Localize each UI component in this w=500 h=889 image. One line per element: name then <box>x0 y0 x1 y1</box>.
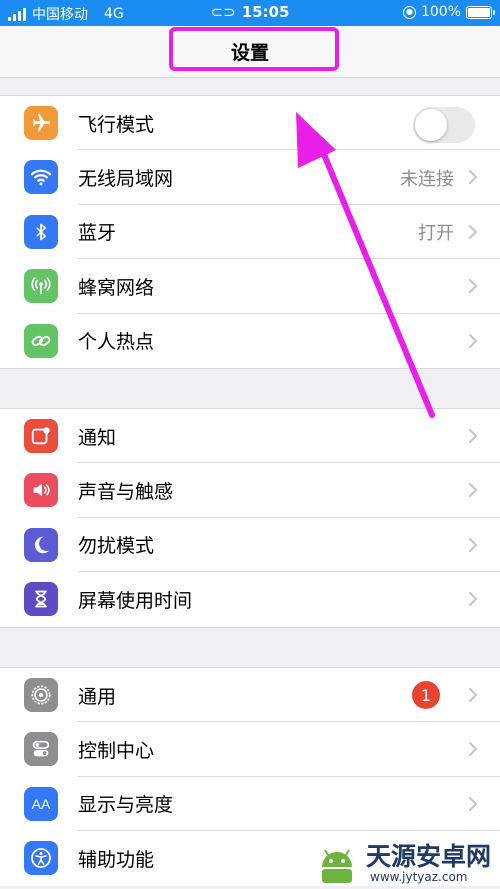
row-general[interactable]: 通用 1 <box>0 668 500 723</box>
cellular-label: 蜂窝网络 <box>78 276 155 299</box>
cellular-icon <box>24 269 58 304</box>
link-icon: ⊂⊃ <box>210 3 236 21</box>
row-bluetooth[interactable]: 蓝牙 打开 <box>0 205 500 260</box>
battery-percent: 100% <box>420 4 461 20</box>
watermark-text: 天源安卓网 <box>366 842 492 871</box>
row-screen-time[interactable]: 屏幕使用时间 <box>0 572 500 626</box>
control-center-label: 控制中心 <box>78 740 155 763</box>
row-cellular[interactable]: 蜂窝网络 <box>0 259 500 314</box>
sounds-label: 声音与触感 <box>78 481 174 504</box>
notification-icon <box>24 419 58 453</box>
chevron-right-icon <box>469 429 478 443</box>
switches-icon <box>24 732 58 767</box>
status-right: ● 100% <box>402 4 495 20</box>
chevron-right-icon <box>469 483 478 498</box>
row-control-center[interactable]: 控制中心 <box>0 722 500 777</box>
battery-icon <box>466 5 495 19</box>
hotspot-icon <box>24 323 58 358</box>
bluetooth-label: 蓝牙 <box>78 222 117 245</box>
airplane-mode-label: 飞行模式 <box>78 113 155 136</box>
row-sounds-haptics[interactable]: 声音与触感 <box>0 463 500 518</box>
chevron-right-icon <box>469 742 478 757</box>
chevron-right-icon <box>469 279 478 294</box>
chevron-right-icon <box>469 796 478 811</box>
airplane-mode-toggle[interactable] <box>413 107 475 143</box>
battery-fill <box>468 7 490 17</box>
accessibility-label: 辅助功能 <box>78 848 155 871</box>
settings-group-notifications: 通知 声音与触感 勿扰模式 屏幕使用时间 <box>0 408 500 628</box>
wifi-label: 无线局域网 <box>78 168 174 191</box>
general-label: 通用 <box>78 685 117 708</box>
moon-icon <box>24 527 58 562</box>
status-bar: 中国移动 4G ⊂⊃ 15:05 ● 100% <box>0 0 500 26</box>
watermark-logo: 天源安卓网 www.jytyaz.com <box>308 835 500 889</box>
hotspot-label: 个人热点 <box>78 331 155 354</box>
chevron-right-icon <box>469 688 478 702</box>
wifi-status-value: 未连接 <box>400 168 454 190</box>
display-label: 显示与亮度 <box>78 794 174 817</box>
chevron-right-icon <box>469 537 478 552</box>
settings-group-connectivity: 飞行模式 无线局域网 未连接 蓝牙 打开 蜂窝网络 个人热点 <box>0 95 500 369</box>
accessibility-icon <box>24 841 58 876</box>
gear-icon <box>24 678 58 712</box>
update-badge: 1 <box>412 681 440 709</box>
highlight-annotation <box>169 27 339 71</box>
bluetooth-status-value: 打开 <box>418 222 454 244</box>
row-wifi[interactable]: 无线局域网 未连接 <box>0 150 500 205</box>
airplane-icon <box>24 106 58 140</box>
row-notifications[interactable]: 通知 <box>0 409 500 464</box>
toggle-knob <box>415 109 447 141</box>
row-do-not-disturb[interactable]: 勿扰模式 <box>0 518 500 573</box>
screen-time-label: 屏幕使用时间 <box>78 589 193 612</box>
chevron-right-icon <box>469 333 478 348</box>
status-time: 15:05 <box>241 3 290 21</box>
row-display-brightness[interactable]: AA 显示与亮度 <box>0 777 500 832</box>
text-size-glyph: AA <box>31 795 51 812</box>
orientation-lock-icon: ● <box>402 5 416 19</box>
hourglass-icon <box>24 582 58 617</box>
chevron-right-icon <box>469 170 478 185</box>
wifi-icon <box>24 160 58 195</box>
row-airplane-mode[interactable]: 飞行模式 <box>0 96 500 151</box>
dnd-label: 勿扰模式 <box>78 535 155 558</box>
watermark-android-icon <box>322 849 352 883</box>
row-personal-hotspot[interactable]: 个人热点 <box>0 314 500 368</box>
speaker-icon <box>24 473 58 508</box>
text-size-icon: AA <box>24 786 58 821</box>
bluetooth-icon <box>24 214 58 249</box>
notifications-label: 通知 <box>78 426 117 449</box>
chevron-right-icon <box>469 224 478 239</box>
chevron-right-icon <box>469 592 478 607</box>
watermark-url: www.jytyaz.com <box>370 870 468 884</box>
